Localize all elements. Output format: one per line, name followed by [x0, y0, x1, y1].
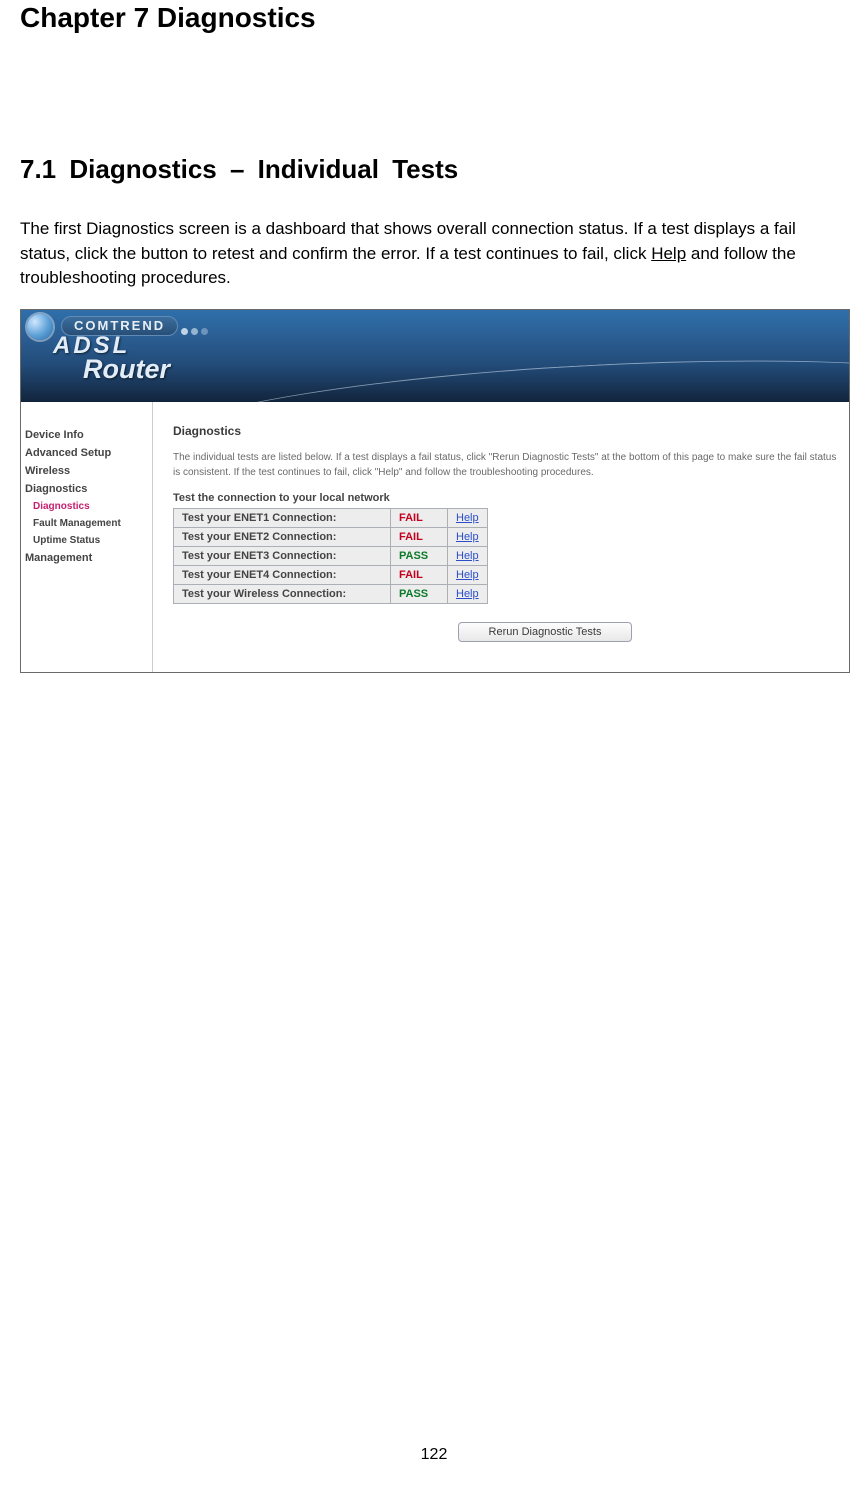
sidebar-item-advanced-setup[interactable]: Advanced Setup — [25, 444, 152, 462]
test-label: Test your Wireless Connection: — [174, 584, 391, 603]
product-name: ADSL Router — [53, 334, 170, 383]
table-row: Test your ENET2 Connection:FAIL Help — [174, 527, 488, 546]
test-result: PASS — [391, 546, 448, 565]
test-label: Test your ENET3 Connection: — [174, 546, 391, 565]
test-help-cell: Help — [448, 508, 488, 527]
help-link[interactable]: Help — [456, 569, 479, 581]
sidebar-item-wireless[interactable]: Wireless — [25, 462, 152, 480]
body-paragraph: The first Diagnostics screen is a dashbo… — [20, 217, 848, 291]
table-row: Test your ENET4 Connection:FAIL Help — [174, 565, 488, 584]
test-help-cell: Help — [448, 546, 488, 565]
test-help-cell: Help — [448, 527, 488, 546]
tests-section-label: Test the connection to your local networ… — [173, 492, 837, 504]
test-label: Test your ENET2 Connection: — [174, 527, 391, 546]
swoosh-decoration — [138, 341, 849, 401]
table-row: Test your Wireless Connection:PASS Help — [174, 584, 488, 603]
section-title: 7.1 Diagnostics – Individual Tests — [20, 154, 848, 185]
content-heading: Diagnostics — [173, 424, 837, 438]
page-number: 122 — [0, 1446, 868, 1464]
content-panel: Diagnostics The individual tests are lis… — [153, 402, 849, 672]
sidebar-item-device-info[interactable]: Device Info — [25, 426, 152, 444]
help-link[interactable]: Help — [456, 512, 479, 524]
help-link[interactable]: Help — [456, 531, 479, 543]
dots-icon — [181, 322, 211, 340]
test-result: FAIL — [391, 508, 448, 527]
test-label: Test your ENET1 Connection: — [174, 508, 391, 527]
test-label: Test your ENET4 Connection: — [174, 565, 391, 584]
sidebar-item-management[interactable]: Management — [25, 549, 152, 567]
sidebar-item-uptime-status[interactable]: Uptime Status — [25, 532, 152, 549]
globe-icon — [27, 314, 53, 340]
test-result: PASS — [391, 584, 448, 603]
chapter-title: Chapter 7 Diagnostics — [20, 2, 848, 34]
table-row: Test your ENET3 Connection:PASS Help — [174, 546, 488, 565]
help-link-inline: Help — [651, 244, 686, 263]
content-description: The individual tests are listed below. I… — [173, 450, 837, 480]
router-screenshot: COMTREND ADSL Router Device InfoAdvanced… — [20, 309, 850, 673]
table-row: Test your ENET1 Connection:FAIL Help — [174, 508, 488, 527]
help-link[interactable]: Help — [456, 588, 479, 600]
sidebar-item-diagnostics[interactable]: Diagnostics — [25, 498, 152, 515]
test-help-cell: Help — [448, 584, 488, 603]
product-line2: Router — [83, 356, 170, 383]
rerun-button[interactable]: Rerun Diagnostic Tests — [458, 622, 633, 642]
test-result: FAIL — [391, 527, 448, 546]
sidebar: Device InfoAdvanced SetupWirelessDiagnos… — [21, 402, 153, 672]
sidebar-item-diagnostics[interactable]: Diagnostics — [25, 480, 152, 498]
help-link[interactable]: Help — [456, 550, 479, 562]
sidebar-item-fault-management[interactable]: Fault Management — [25, 515, 152, 532]
tests-table: Test your ENET1 Connection:FAILHelpTest … — [173, 508, 488, 604]
test-result: FAIL — [391, 565, 448, 584]
banner: COMTREND ADSL Router — [21, 310, 849, 402]
test-help-cell: Help — [448, 565, 488, 584]
